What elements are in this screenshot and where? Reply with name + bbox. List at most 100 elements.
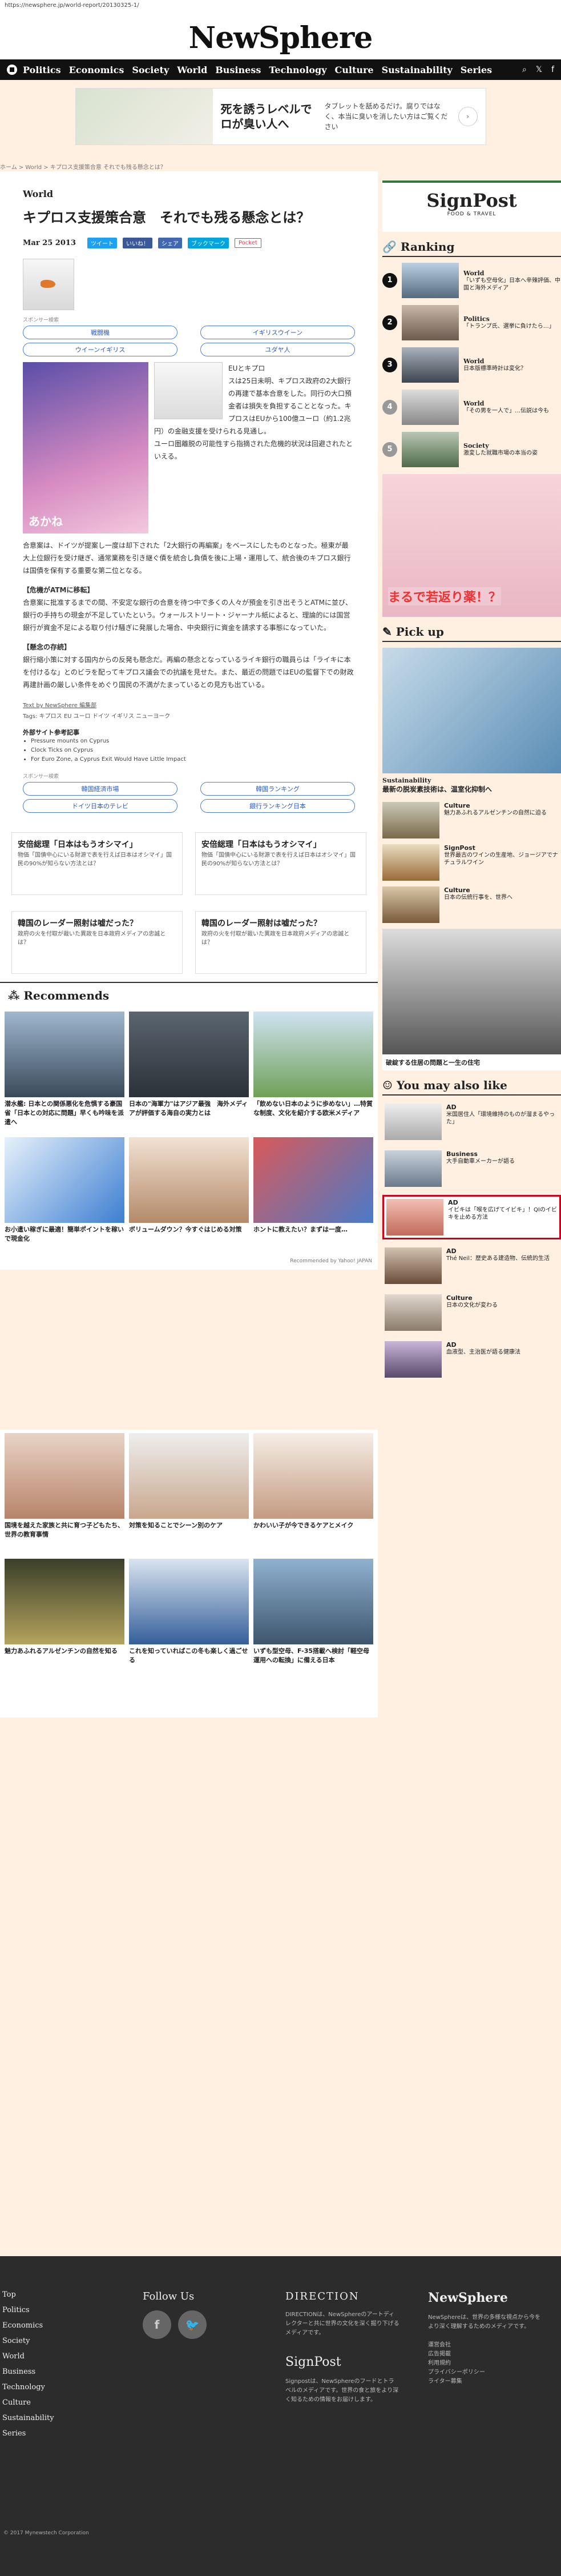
twitter-icon[interactable]: 𝕏	[536, 65, 542, 74]
pickup-item[interactable]: Culture 日本の伝統行事を、世界へ	[382, 886, 561, 923]
footer-link[interactable]: Economics	[2, 2321, 54, 2330]
rec-card[interactable]: お小遣い稼ぎに最適！簡単ポイントを稼いで現金化	[5, 1137, 124, 1253]
nav-world[interactable]: World	[177, 65, 207, 75]
recommends-credit[interactable]: Recommended by Yahoo! JAPAN	[0, 1256, 378, 1270]
external-ref-link[interactable]: Clock Ticks on Cyprus	[31, 746, 355, 755]
ranking-item[interactable]: 5 Society 激変した就職市場の本当の姿	[382, 432, 561, 467]
keyword-button[interactable]: ウイーンイギリス	[23, 343, 177, 356]
rec-card[interactable]: いずも型空母、F-35搭載へ検討「軽空母運用への転換」に備える日本	[253, 1559, 373, 1674]
nav-series[interactable]: Series	[461, 65, 492, 75]
rec-card[interactable]: 日本の"海軍力"はアジア最強 海外メディアが評価する海自の実力とは	[129, 1012, 249, 1127]
section-heading: 【危機がATMに移転】	[23, 586, 94, 594]
footer-link[interactable]: Sustainability	[2, 2414, 54, 2422]
pickup-title[interactable]: 最新の脱炭素技術は、温室化抑制へ	[382, 784, 561, 794]
article-category[interactable]: World	[23, 188, 355, 199]
breadcrumb[interactable]: ホーム > World > キプロス支援策合意 それでも残る懸念とは？	[0, 162, 166, 171]
footer-link[interactable]: Series	[2, 2429, 54, 2438]
tags[interactable]: Tags: キプロス EU ユーロ ドイツ イギリス ニューヨーク	[23, 711, 355, 720]
keyword-button[interactable]: 韓国ランキング	[200, 782, 355, 796]
article-title: キプロス支援策合意 それでも残る懸念とは？	[23, 210, 310, 226]
keyword-button[interactable]: 韓国経済市場	[23, 782, 177, 796]
rec-card[interactable]: 魅力あふれるアルゼンチンの自然を知る	[5, 1559, 124, 1674]
pickup-item[interactable]: Culture 魅力あふれるアルゼンチンの自然に迫る	[382, 802, 561, 838]
search-icon[interactable]: ⌕	[522, 65, 527, 74]
footer-link[interactable]: 利用規約	[428, 2359, 542, 2368]
ymal-item-highlighted[interactable]: AD イビキは「喉を広げてイビキ」！QIのイビキを止める方法	[382, 1195, 561, 1239]
direction-logo[interactable]: DIRECTION	[285, 2290, 399, 2302]
nav-technology[interactable]: Technology	[269, 65, 326, 75]
rec-card[interactable]: ボリュームダウン？今すぐはじめる対策	[129, 1137, 249, 1253]
keyword-button[interactable]: 銀行ランキング日本	[200, 799, 355, 813]
pickup-main-image[interactable]	[382, 648, 561, 773]
footer-link[interactable]: Technology	[2, 2383, 54, 2392]
facebook-icon[interactable]: f	[143, 2310, 171, 2339]
top-ad-banner[interactable]: 死を誘うレベルでロが臭い人へ タブレットを舐めるだけ。腐りではなく、本当に臭いを…	[75, 88, 486, 145]
rec-card[interactable]: 対策を知ることでシーン別のケア	[129, 1433, 249, 1548]
rec-card[interactable]: これを知っていればこの冬も楽しく過ごせる	[129, 1559, 249, 1674]
footer-link-top[interactable]: Top	[2, 2290, 54, 2299]
ranking-item[interactable]: 4 World 「その男を一人で」…伝説は今も	[382, 390, 561, 425]
sidebar-ad-text: まるで若返り薬！？	[388, 587, 502, 605]
nav-business[interactable]: Business	[215, 65, 261, 75]
signpost-banner[interactable]: SignPost FOOD & TRAVEL	[382, 180, 561, 232]
section-heading: 【懸念の存続】	[23, 643, 71, 651]
nav-economics[interactable]: Economics	[69, 65, 124, 75]
footer-link[interactable]: ライター募集	[428, 2377, 542, 2386]
nav-politics[interactable]: Politics	[23, 65, 61, 75]
ad-card[interactable]: 韓国のレーダー照射は嘘だった？ 政府の火を付取が裁いた異政を日本政府メディアの忠…	[195, 911, 366, 974]
footer-link[interactable]: World	[2, 2352, 54, 2361]
external-ref-link[interactable]: For Euro Zone, a Cyprus Exit Would Have …	[31, 755, 355, 764]
nav-society[interactable]: Society	[132, 65, 169, 75]
like-button[interactable]: いいね！	[123, 238, 152, 248]
ad-anime-image[interactable]: あかね	[23, 362, 148, 533]
footer-logo[interactable]: NewSphere	[428, 2290, 542, 2305]
twitter-icon[interactable]: 🐦	[178, 2310, 207, 2339]
source-credit[interactable]: Text by NewSphere 編集部	[23, 700, 355, 709]
footer-link[interactable]: Culture	[2, 2398, 54, 2407]
nav-sustainability[interactable]: Sustainability	[382, 65, 453, 75]
sidebar-ad-2[interactable]	[382, 929, 561, 1054]
keyword-button[interactable]: 戦闘機	[23, 326, 177, 339]
footer-link[interactable]: Society	[2, 2337, 54, 2345]
pocket-button[interactable]: Pocket	[235, 238, 261, 248]
signpost-footer-logo[interactable]: SignPost	[285, 2355, 399, 2369]
tweet-button[interactable]: ツイート	[87, 238, 117, 248]
external-ref-link[interactable]: Pressure mounts on Cyprus	[31, 737, 355, 746]
ad-card[interactable]: 韓国のレーダー照射は嘘だった？ 政府の火を付取が裁いた異政を日本政府メディアの忠…	[11, 911, 183, 974]
footer-link[interactable]: 広告掲載	[428, 2350, 542, 2359]
ranking-item[interactable]: 1 World 「いずも空母化」日本へ辛辣評価、中国と海外メディア	[382, 263, 561, 298]
keyword-button[interactable]: イギリスウイーン	[200, 326, 355, 339]
footer-link[interactable]: 運営会社	[428, 2341, 542, 2350]
ranking-item[interactable]: 2 Politics 「トランプ氏、選挙に負けたら…」	[382, 305, 561, 340]
url-bar[interactable]: https://newsphere.jp/world-report/201303…	[0, 0, 561, 11]
rec-card[interactable]: 「飲めない日本のように歩めない」…特質な制度、文化を紹介する欧米メディア	[253, 1012, 373, 1127]
ymal-image	[385, 1247, 442, 1284]
footer-link[interactable]: Business	[2, 2368, 54, 2376]
rec-card[interactable]: かわいい子が今できるケアとメイク	[253, 1433, 373, 1548]
footer-link[interactable]: Politics	[2, 2306, 54, 2314]
ymal-item[interactable]: AD 血液型、主治医が語る健康法	[382, 1339, 561, 1380]
rec-card[interactable]: ホントに教えたい？まずは一度…	[253, 1137, 373, 1253]
ad-card[interactable]: 安倍総理「日本はもうオシマイ」 物価「国債中心にいる財源で表を行えば日本はオシマ…	[11, 832, 183, 895]
ranking-item[interactable]: 3 World 日本版標準時計は変化？	[382, 347, 561, 383]
nav-culture[interactable]: Culture	[335, 65, 374, 75]
keyword-button[interactable]: ユダヤ人	[200, 343, 355, 356]
footer-link[interactable]: プライバシーポリシー	[428, 2368, 542, 2377]
ad-card[interactable]: 安倍総理「日本はもうオシマイ」 物価「国債中心にいる財源で表を行えば日本はオシマ…	[195, 832, 366, 895]
chevron-right-icon[interactable]: ›	[458, 107, 478, 126]
rec-card[interactable]: 国境を越えた家族と共に育つ子どもたち、世界の教育事情	[5, 1433, 124, 1548]
share-button[interactable]: シェア	[158, 238, 182, 248]
ymal-item[interactable]: Business 大手自動車メーカーが語る	[382, 1148, 561, 1189]
bookmark-button[interactable]: ブックマーク	[188, 238, 229, 248]
home-icon[interactable]	[7, 65, 17, 75]
rec-card[interactable]: 潜水艦: 日本との関係悪化を危惧する豪国省「日本との対応に問題」早くも吟味を派遣…	[5, 1012, 124, 1127]
ymal-item[interactable]: AD 米国居住人「環境維持のものが溜まるやった」	[382, 1101, 561, 1142]
keyword-button[interactable]: ドイツ日本のテレビ	[23, 799, 177, 813]
site-logo[interactable]: NewSphere	[189, 21, 373, 55]
pickup-item[interactable]: SignPost 世界最古のワインの生産地、ジョージアでナチュラルワイン	[382, 844, 561, 881]
sidebar-ad-2-caption[interactable]: 破綻する住居の問題と一生の住宅	[382, 1054, 561, 1070]
sidebar-ad[interactable]: まるで若返り薬！？	[382, 474, 561, 617]
facebook-icon[interactable]: f	[551, 65, 554, 74]
ymal-item[interactable]: AD Thé Neil：歴史ある建造物、伝統的生活	[382, 1245, 561, 1286]
ymal-item[interactable]: Culture 日本の文化が変わる	[382, 1292, 561, 1333]
